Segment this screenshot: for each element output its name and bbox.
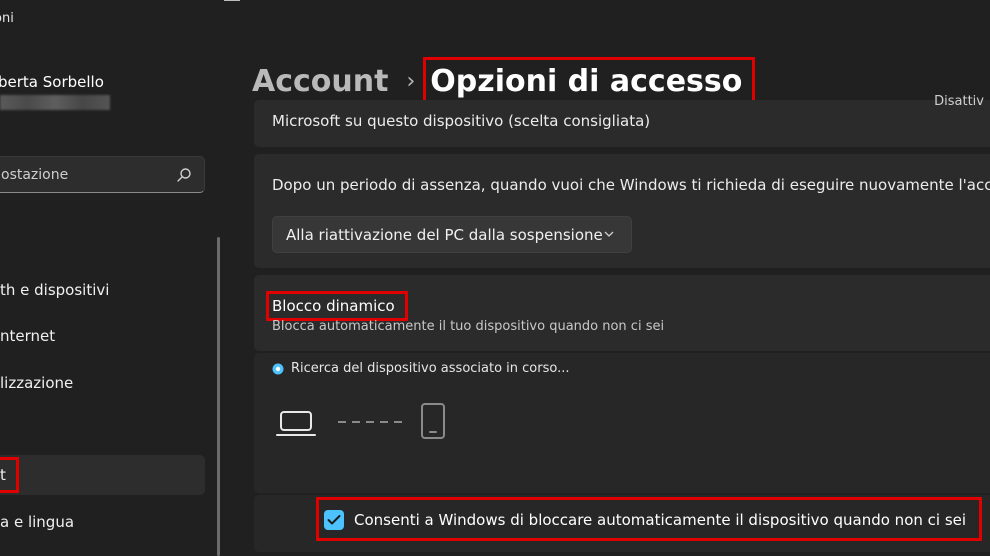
main-content: Account › Opzioni di accesso Microsoft s…: [240, 0, 990, 556]
pairing-status: Ricerca del dispositivo associato in cor…: [272, 361, 570, 376]
page-title: Opzioni di accesso: [423, 56, 756, 106]
info-icon: [272, 363, 284, 374]
settings-card-dynamic-lock[interactable]: Blocco dinamico Blocca automaticamente i…: [254, 275, 990, 351]
connection-dashes: [338, 421, 408, 423]
breadcrumb: Account › Opzioni di accesso: [252, 56, 756, 106]
search-icon[interactable]: [176, 167, 192, 183]
sidebar: oni berta Sorbello th e dispositivi nter…: [0, 0, 240, 556]
settings-window: oni berta Sorbello th e dispositivi nter…: [0, 0, 990, 556]
sidebar-item-label: a e lingua: [0, 513, 75, 531]
dynamic-lock-title: Blocco dinamico: [272, 297, 395, 315]
chevron-down-icon: [604, 231, 614, 237]
sidebar-item-language[interactable]: a e lingua: [0, 502, 205, 542]
sidebar-item-label: th e dispositivi: [0, 281, 110, 299]
dynamic-lock-checkbox-label[interactable]: Consenti a Windows di bloccare automatic…: [354, 511, 966, 529]
dynamic-lock-panel: Ricerca del dispositivo associato in cor…: [254, 353, 990, 493]
dynamic-lock-checkbox[interactable]: [324, 510, 344, 530]
window-edge: [224, 0, 240, 7]
settings-card-microsoft: Microsoft su questo dispositivo (scelta …: [254, 94, 990, 147]
user-email-redacted: [0, 95, 110, 110]
phone-icon: [421, 403, 445, 439]
search-box[interactable]: [0, 156, 205, 193]
sidebar-item-network[interactable]: nternet: [0, 316, 205, 356]
settings-card-absence: Dopo un periodo di assenza, quando vuoi …: [254, 154, 990, 268]
dynamic-lock-description: Blocca automaticamente il tuo dispositiv…: [272, 319, 665, 334]
laptop-icon: [276, 411, 316, 436]
annotation-highlight-account: [0, 457, 19, 493]
card-text: Microsoft su questo dispositivo (scelta …: [272, 112, 651, 130]
absence-dropdown[interactable]: Alla riattivazione del PC dalla sospensi…: [272, 216, 632, 253]
dynamic-lock-checkbox-row: Consenti a Windows di bloccare automatic…: [254, 495, 990, 552]
pairing-status-text: Ricerca del dispositivo associato in cor…: [291, 361, 570, 376]
user-name: berta Sorbello: [0, 73, 104, 91]
card-toggle-state: Disattiv: [934, 94, 984, 109]
checkmark-icon: [327, 515, 341, 525]
breadcrumb-account[interactable]: Account: [252, 64, 388, 99]
search-input[interactable]: [1, 157, 161, 192]
sidebar-item-personalization[interactable]: lizzazione: [0, 363, 205, 403]
app-title: oni: [0, 11, 14, 26]
sidebar-scrollbar[interactable]: [217, 237, 220, 556]
breadcrumb-separator: ›: [406, 68, 416, 94]
sidebar-item-account[interactable]: t: [0, 455, 205, 495]
dropdown-value: Alla riattivazione del PC dalla sospensi…: [286, 225, 603, 244]
sidebar-item-label: nternet: [0, 327, 56, 345]
sidebar-item-bluetooth[interactable]: th e dispositivi: [0, 270, 205, 310]
absence-question: Dopo un periodo di assenza, quando vuoi …: [272, 176, 990, 194]
sidebar-item-label: lizzazione: [0, 374, 74, 392]
